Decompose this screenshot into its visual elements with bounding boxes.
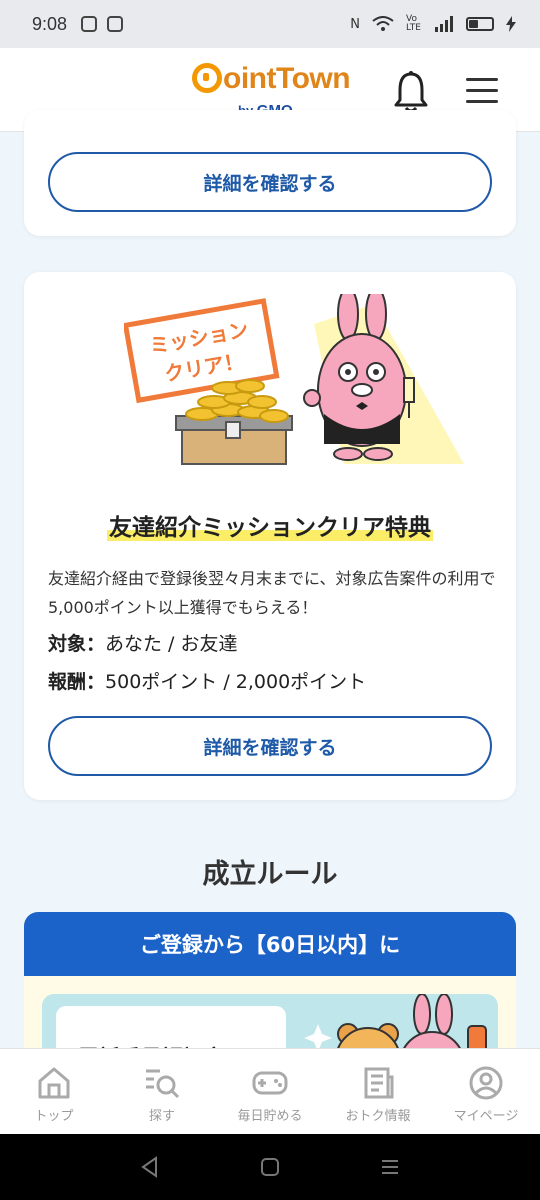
target-row: 対象：あなた / お友達 [48, 629, 238, 656]
status-bar: 9:08 N Vo LTE [0, 0, 540, 48]
tab-label: 探す [148, 1109, 175, 1124]
target-value: あなた / お友達 [105, 633, 238, 655]
logo-p-mark-icon [192, 63, 222, 93]
wifi-icon [372, 16, 394, 31]
notification-app-icon [107, 16, 124, 32]
user-icon [469, 1066, 503, 1100]
signal-icon [435, 16, 453, 32]
nfc-icon: N [350, 16, 360, 32]
gamepad-icon [252, 1071, 288, 1095]
mission-clear-card: ミッション クリア！ 友達紹介ミッションクリア特典 友達紹介経由で登録後翌々月末… [24, 272, 516, 800]
reward-label: 報酬： [48, 671, 106, 693]
benefit-card-previous: 詳細を確認する [24, 110, 516, 236]
home-button-icon[interactable] [250, 1147, 290, 1187]
home-icon [38, 1067, 70, 1099]
tab-search[interactable]: 探す [108, 1049, 216, 1134]
logo-text: ointTown [192, 62, 351, 96]
details-button[interactable]: 詳細を確認する [48, 152, 492, 212]
rules-section-title: 成立ルール [202, 859, 338, 890]
reward-value: 500ポイント / 2,000ポイント [105, 671, 367, 693]
status-icons: N Vo LTE [350, 15, 516, 33]
tab-daily-earn[interactable]: 毎日貯める [216, 1049, 324, 1134]
search-icon [146, 1069, 180, 1099]
bell-icon[interactable] [392, 70, 430, 114]
tab-mypage[interactable]: マイページ [432, 1049, 540, 1134]
tab-deals[interactable]: おトク情報 [324, 1049, 432, 1134]
back-icon[interactable] [130, 1147, 170, 1187]
recents-icon[interactable] [370, 1147, 410, 1187]
mission-description: 友達紹介経由で登録後翌々月末までに、対象広告案件の利用で5,000ポイント以上獲… [48, 569, 496, 617]
tab-label: マイページ [453, 1109, 519, 1124]
instagram-icon [81, 16, 98, 32]
news-icon [364, 1067, 394, 1099]
mission-clear-illustration: ミッション クリア！ [124, 294, 464, 465]
system-navigation-bar [0, 1134, 540, 1200]
details-button[interactable]: 詳細を確認する [48, 716, 492, 776]
reward-row: 報酬：500ポイント / 2,000ポイント [48, 667, 366, 694]
charging-icon [506, 16, 516, 32]
bottom-tab-bar: トップ 探す 毎日貯める おトク情報 マイページ [0, 1048, 540, 1134]
tab-label: トップ [34, 1109, 74, 1124]
battery-icon [466, 17, 494, 31]
tab-label: おトク情報 [345, 1109, 411, 1124]
tab-label: 毎日貯める [237, 1109, 303, 1124]
network-type: Vo LTE [406, 14, 421, 33]
status-time: 9:08 [32, 13, 68, 34]
hamburger-menu-icon[interactable] [466, 78, 498, 106]
target-label: 対象： [48, 633, 106, 655]
mission-title: 友達紹介ミッションクリア特典 [107, 515, 433, 541]
tab-top[interactable]: トップ [0, 1049, 108, 1134]
rules-header: ご登録から【60日以内】に [24, 912, 516, 976]
